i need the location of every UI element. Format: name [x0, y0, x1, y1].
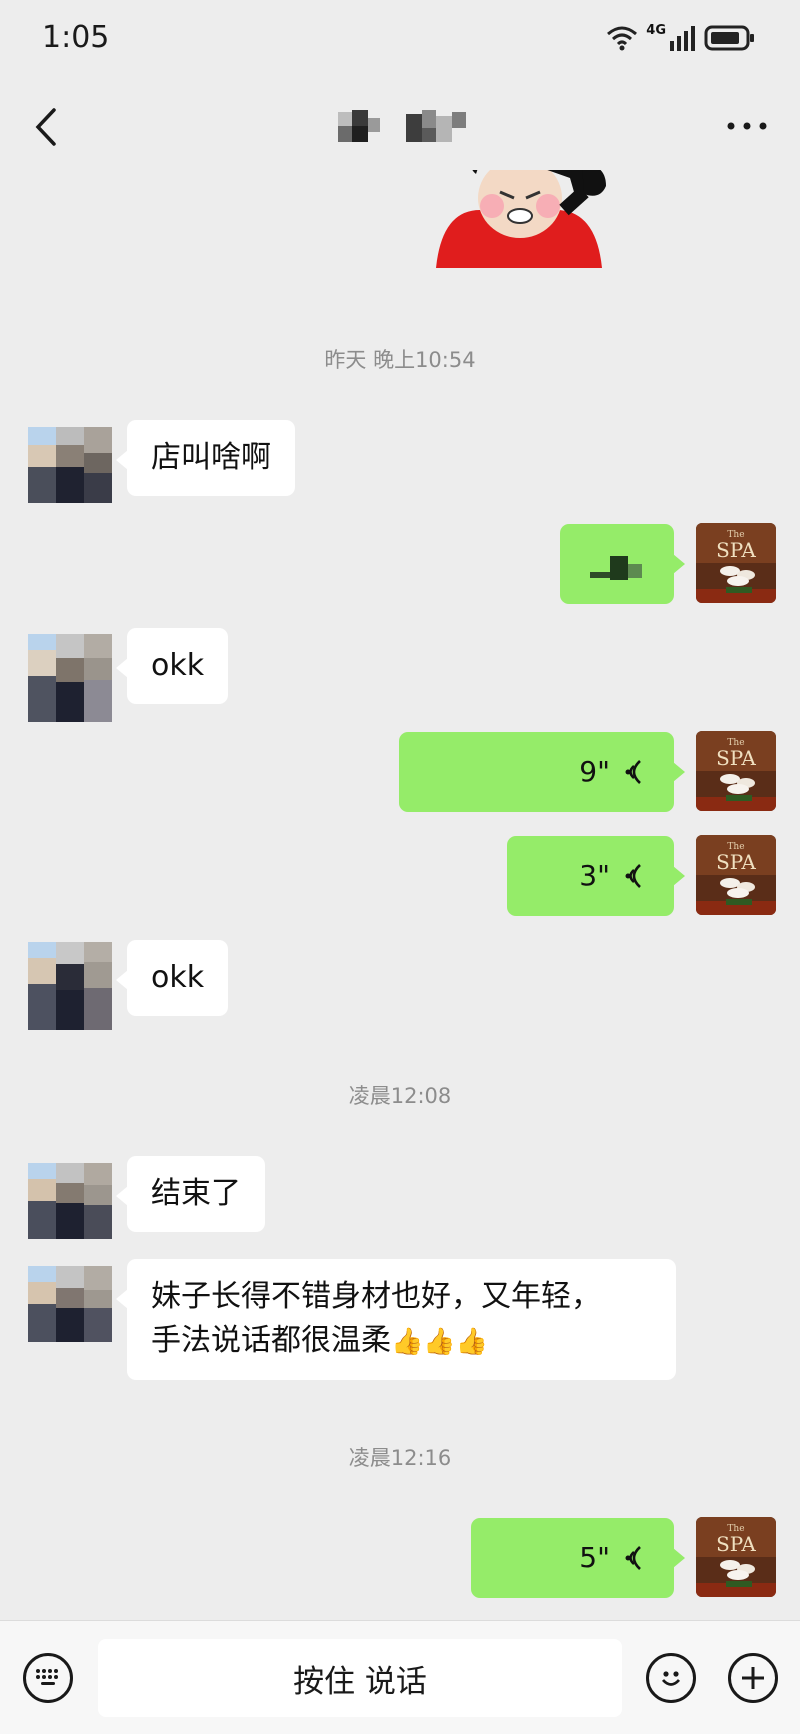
svg-text:SPA: SPA: [716, 1532, 756, 1556]
time-label: 凌晨12:16: [348, 1446, 452, 1470]
contact-avatar[interactable]: [28, 634, 112, 722]
time-label: 昨天 晚上10:54: [324, 348, 476, 372]
svg-text:SPA: SPA: [716, 850, 756, 874]
svg-text:SPA: SPA: [716, 746, 756, 770]
message-text-line-2: 手法说话都很温柔👍👍👍: [151, 1319, 652, 1364]
self-avatar[interactable]: The SPA: [696, 835, 776, 915]
message-text: okk: [151, 960, 205, 995]
message-bubble[interactable]: 妹子长得不错身材也好，又年轻， 手法说话都很温柔👍👍👍: [116, 1259, 676, 1380]
keyboard-icon: [36, 1669, 58, 1685]
voice-message[interactable]: 5": [471, 1518, 685, 1598]
self-avatar[interactable]: The SPA: [696, 1517, 776, 1597]
time-label: 凌晨12:08: [348, 1084, 452, 1108]
voice-message[interactable]: 9": [399, 732, 685, 812]
voice-duration: 3": [579, 859, 610, 892]
contact-avatar[interactable]: [28, 1266, 112, 1342]
back-button[interactable]: [28, 104, 68, 150]
message-text-line-1: 妹子长得不错身材也好，又年轻，: [151, 1279, 601, 1314]
network-type: 4G: [646, 22, 666, 38]
voice-duration: 9": [579, 755, 610, 788]
voice-duration: 5": [579, 1541, 610, 1574]
message-bubble-self[interactable]: [560, 524, 685, 604]
message-text: 店叫啥啊: [151, 440, 271, 475]
self-avatar[interactable]: The SPA: [696, 523, 776, 603]
voice-wave-icon: [625, 760, 641, 784]
input-bar: 按住 说话: [0, 1620, 800, 1734]
hold-to-talk-button[interactable]: 按住 说话: [98, 1639, 622, 1717]
voice-wave-icon: [625, 1546, 641, 1570]
emoji-button[interactable]: [646, 1653, 696, 1703]
svg-text:SPA: SPA: [716, 538, 756, 562]
contact-avatar[interactable]: [28, 427, 112, 503]
self-avatar[interactable]: The SPA: [696, 731, 776, 811]
contact-avatar[interactable]: [28, 1163, 112, 1239]
message-bubble[interactable]: okk: [115, 628, 229, 704]
blurred-name-part-1: [338, 110, 380, 142]
more-button[interactable]: [722, 114, 772, 138]
chat-header: [0, 80, 800, 170]
thumbs-up-emoji: 👍👍👍: [391, 1327, 489, 1357]
chat-title[interactable]: [338, 110, 468, 144]
keyboard-button[interactable]: [23, 1653, 73, 1703]
angry-face-sticker[interactable]: [436, 170, 640, 268]
blurred-name-part-2: [406, 110, 466, 142]
signal-icon: [670, 26, 695, 51]
message-bubble[interactable]: 店叫啥啊: [116, 420, 295, 496]
message-text: 手法说话都很温柔: [151, 1323, 391, 1358]
message-bubble[interactable]: okk: [115, 940, 229, 1016]
status-icons: 4G: [606, 22, 756, 52]
message-bubble[interactable]: 结束了: [116, 1156, 265, 1232]
emoji-icon: [661, 1671, 681, 1686]
voice-wave-icon: [625, 864, 641, 888]
status-bar: 1:05 4G: [0, 0, 800, 80]
wifi-icon: [607, 26, 638, 51]
message-text: okk: [151, 648, 205, 683]
contact-avatar[interactable]: [28, 942, 112, 1030]
redacted-text: [590, 556, 642, 580]
status-time: 1:05: [42, 20, 110, 55]
plus-button[interactable]: [728, 1653, 778, 1703]
plus-icon: [742, 1667, 764, 1689]
voice-message[interactable]: 3": [507, 836, 685, 916]
battery-icon: [704, 25, 754, 51]
message-text: 结束了: [151, 1176, 241, 1211]
